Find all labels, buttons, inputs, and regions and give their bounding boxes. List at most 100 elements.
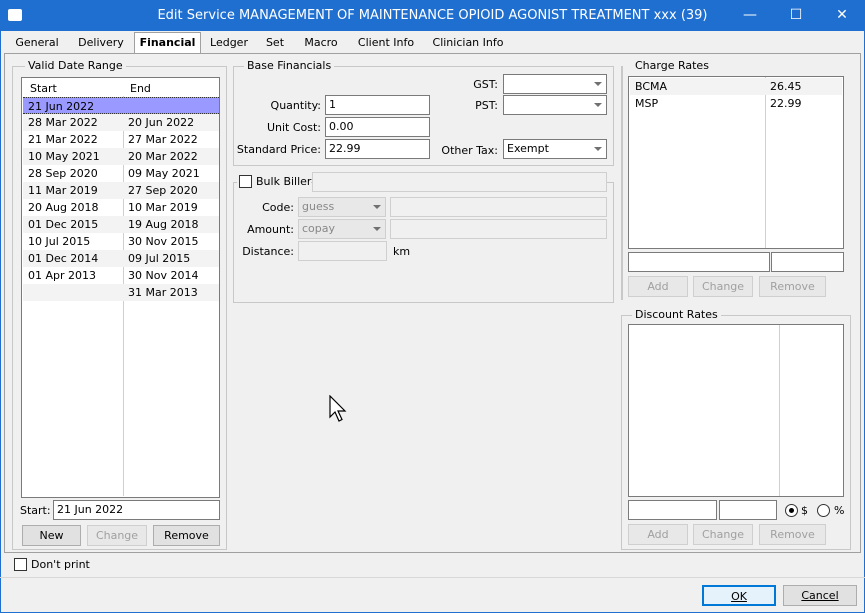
charge-rates-list[interactable]: BCMA 26.45 MSP 22.99 [628,76,844,249]
quantity-label: Quantity: [270,99,321,112]
date-range-row[interactable]: 20 Aug 2018 10 Mar 2019 [23,199,219,216]
date-range-row[interactable]: 21 Jun 2022 [23,97,219,114]
other-tax-select[interactable]: Exempt [503,139,607,159]
dont-print-checkbox[interactable] [14,558,27,571]
date-range-row[interactable]: 31 Mar 2013 [23,284,219,301]
date-range-row[interactable]: 01 Dec 2014 09 Jul 2015 [23,250,219,267]
dollar-radio[interactable] [785,504,798,517]
add-charge-rate-button[interactable]: Add [628,276,688,297]
chevron-down-icon [594,147,602,151]
date-range-end-cell: 27 Mar 2022 [128,133,198,146]
tab-clinician-info[interactable]: Clinician Info [428,33,508,53]
charge-rate-value-input[interactable] [771,252,844,272]
tab-delivery[interactable]: Delivery [72,33,130,53]
footer-divider [0,577,865,578]
date-range-row[interactable]: 10 Jul 2015 30 Nov 2015 [23,233,219,250]
date-range-end-cell: 09 May 2021 [128,167,200,180]
date-range-list[interactable]: Start End 21 Jun 2022 28 Mar 2022 20 Jun 2… [21,77,220,498]
cancel-button-label: Cancel [801,589,839,602]
column-divider [779,325,780,496]
date-range-end-cell: 30 Nov 2014 [128,269,199,282]
charge-rate-row[interactable]: BCMA 26.45 [630,78,842,95]
date-range-row[interactable]: 28 Mar 2022 20 Jun 2022 [23,114,219,131]
gst-select[interactable] [503,74,607,94]
tab-financial[interactable]: Financial [134,32,201,54]
charge-rates-legend: Charge Rates [632,59,712,72]
tab-general[interactable]: General [10,33,64,53]
change-discount-rate-button[interactable]: Change [693,524,753,545]
date-range-end-cell: 20 Mar 2022 [128,150,198,163]
distance-unit: km [393,245,411,258]
change-charge-rate-button[interactable]: Change [693,276,753,297]
discount-rate-name-input[interactable] [628,500,717,520]
charge-rate-row[interactable]: MSP 22.99 [630,95,842,112]
tab-set[interactable]: Set [258,33,292,53]
add-discount-rate-button[interactable]: Add [628,524,688,545]
remove-charge-rate-button[interactable]: Remove [759,276,826,297]
tab-client-info[interactable]: Client Info [352,33,420,53]
cancel-button[interactable]: Cancel [783,585,857,606]
date-range-end-cell: 09 Jul 2015 [128,252,191,265]
date-range-row[interactable]: 01 Apr 2013 30 Nov 2014 [23,267,219,284]
chevron-down-icon [594,103,602,107]
date-range-end-cell: 10 Mar 2019 [128,201,198,214]
percent-radio[interactable] [817,504,830,517]
date-range-start-cell: 28 Sep 2020 [28,167,98,180]
distance-label: Distance: [242,245,294,258]
chevron-down-icon [373,205,381,209]
quantity-input[interactable]: 1 [325,95,430,115]
maximize-button[interactable]: ☐ [773,0,819,31]
charge-rate-name-input[interactable] [628,252,770,272]
date-range-row[interactable]: 01 Dec 2015 19 Aug 2018 [23,216,219,233]
amount-select[interactable]: copay [298,219,386,239]
tab-macro[interactable]: Macro [298,33,344,53]
unit-cost-input[interactable]: 0.00 [325,117,430,137]
new-date-button[interactable]: New [22,525,81,546]
start-date-label: Start: [20,504,51,517]
unit-cost-label: Unit Cost: [266,121,321,134]
change-date-button[interactable]: Change [87,525,147,546]
date-range-start-cell: 21 Mar 2022 [28,133,98,146]
amount-value: copay [302,222,336,235]
date-range-end-cell: 27 Sep 2020 [128,184,198,197]
tab-ledger[interactable]: Ledger [205,33,253,53]
date-range-row[interactable]: 28 Sep 2020 09 May 2021 [23,165,219,182]
bulk-biller-input[interactable] [312,172,607,192]
discount-rates-list[interactable] [628,324,844,497]
mouse-cursor-icon [329,395,347,422]
date-range-row[interactable]: 10 May 2021 20 Mar 2022 [23,148,219,165]
dollar-label: $ [801,504,808,517]
date-range-start-cell: 11 Mar 2019 [28,184,98,197]
minimize-button[interactable]: — [727,0,773,31]
bulk-biller-checkbox[interactable] [239,175,252,188]
date-range-row[interactable]: 21 Mar 2022 27 Mar 2022 [23,131,219,148]
code-description-input[interactable] [390,197,607,217]
date-range-start-cell: 10 Jul 2015 [28,235,91,248]
percent-label: % [834,504,845,517]
pst-select[interactable] [503,95,607,115]
column-header-end[interactable]: End [127,80,151,97]
standard-price-input[interactable]: 22.99 [325,139,430,159]
remove-date-button[interactable]: Remove [153,525,220,546]
start-date-input[interactable]: 21 Jun 2022 [53,500,220,520]
remove-discount-rate-button[interactable]: Remove [759,524,826,545]
chevron-down-icon [373,227,381,231]
date-range-start-cell: 01 Apr 2013 [28,269,97,282]
charge-rate-value-cell: 26.45 [770,80,802,93]
chevron-down-icon [594,82,602,86]
charge-rate-name-cell: BCMA [635,80,668,93]
valid-date-range-legend: Valid Date Range [25,59,126,72]
column-header-start[interactable]: Start [27,80,57,97]
amount-description-input[interactable] [390,219,607,239]
code-value: guess [302,200,335,213]
close-button[interactable]: ✕ [819,0,865,31]
distance-input[interactable] [298,241,387,261]
code-select[interactable]: guess [298,197,386,217]
date-range-start-cell: 01 Dec 2014 [28,252,99,265]
discount-rate-value-input[interactable] [719,500,777,520]
date-range-row[interactable]: 11 Mar 2019 27 Sep 2020 [23,182,219,199]
date-range-start-cell: 01 Dec 2015 [28,218,99,231]
ok-button[interactable]: OK [702,585,776,606]
date-range-end-cell: 20 Jun 2022 [128,116,195,129]
standard-price-label: Standard Price: [236,143,321,156]
